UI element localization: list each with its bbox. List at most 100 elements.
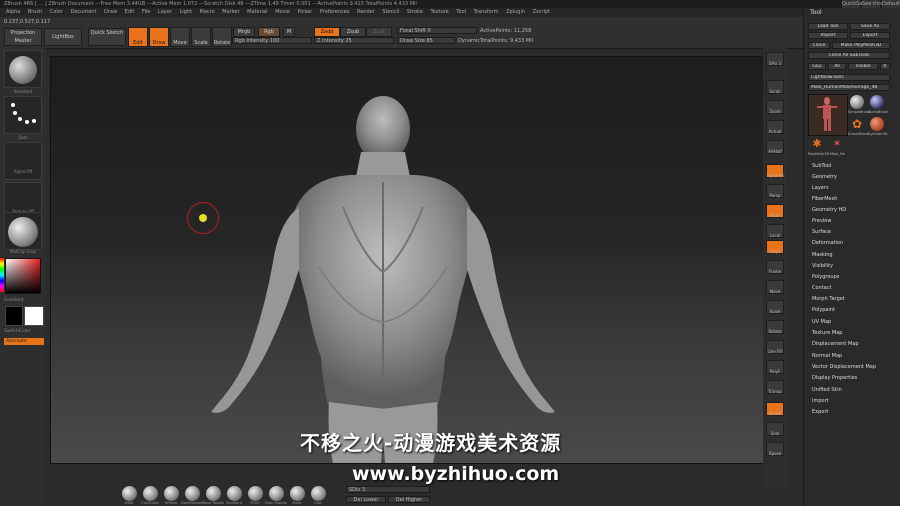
rotate-button[interactable]: Rotate [212, 27, 232, 47]
r-button[interactable]: R [880, 63, 890, 70]
zsub-button[interactable]: Zsub [340, 27, 366, 37]
menu-preferences[interactable]: Preferences [320, 9, 349, 15]
edit-button[interactable]: Edit [128, 27, 148, 47]
clay-brush-icon[interactable] [311, 486, 326, 501]
frame-button[interactable]: Frame [766, 260, 784, 274]
export-button[interactable]: Export [850, 32, 890, 39]
claytubes-brush-icon[interactable] [143, 486, 158, 501]
menu-stencil[interactable]: Stencil [382, 9, 399, 15]
quicksave-button[interactable]: QuickSave [842, 0, 868, 8]
visible-button[interactable]: Visible [848, 63, 878, 70]
move-topological-brush-icon[interactable] [206, 486, 221, 501]
section-visibility[interactable]: Visibility [812, 263, 833, 269]
m-button[interactable]: M [283, 27, 295, 37]
alpha-selector[interactable] [4, 142, 42, 180]
zcut-button[interactable]: Zcut [366, 27, 392, 37]
menu-layer[interactable]: Layer [158, 9, 172, 15]
brush-selector[interactable] [4, 50, 42, 88]
hue-strip[interactable] [0, 258, 4, 292]
stroke-selector[interactable] [4, 96, 42, 134]
menu-alpha[interactable]: Alpha [6, 9, 20, 15]
persp-button[interactable]: Persp [766, 184, 784, 198]
section-geometry[interactable]: Geometry [812, 174, 837, 180]
section-displacement-map[interactable]: Displacement Map [812, 341, 859, 347]
clone-button[interactable]: Clone [808, 42, 830, 49]
scroll-button[interactable]: Scroll [766, 80, 784, 94]
menu-marker[interactable]: Marker [222, 9, 239, 15]
import-button[interactable]: Import [808, 32, 848, 39]
section-normal-map[interactable]: Normal Map [812, 353, 842, 359]
focal-shift-slider[interactable]: Focal Shift 0 [397, 27, 477, 34]
color-picker[interactable] [5, 258, 41, 294]
spix-button[interactable]: SPix 3 [766, 52, 784, 66]
alpha-brush-icon[interactable] [870, 95, 884, 109]
pinch-brush-icon[interactable] [248, 486, 263, 501]
menu-render[interactable]: Render [357, 9, 375, 15]
damstandard-brush-icon[interactable] [185, 486, 200, 501]
material-selector[interactable] [4, 212, 42, 250]
lightbox-tools-button[interactable]: Lightbox▸Tools [808, 74, 890, 81]
switch-color-button[interactable]: SwitchColor [4, 329, 42, 334]
zadd-button[interactable]: Zadd [314, 27, 340, 37]
main-color-swatch[interactable] [5, 306, 23, 326]
eraser-brush-icon[interactable]: ✿ [850, 117, 864, 131]
z-intensity-slider[interactable]: Z Intensity 25 [314, 37, 394, 44]
section-deformation[interactable]: Deformation [812, 240, 843, 246]
quick-sketch-button[interactable]: Quick Sketch [88, 28, 126, 46]
move-view-button[interactable]: Move [766, 280, 784, 294]
cylinder-icon[interactable] [870, 117, 884, 131]
lightbox-button[interactable]: LightBox [44, 28, 82, 46]
save-as-button[interactable]: Save As [850, 23, 890, 30]
section-contact[interactable]: Contact [812, 285, 831, 291]
goz-button[interactable]: GoZ [808, 63, 826, 70]
polyf-button[interactable]: PolyF [766, 360, 784, 374]
menu-edit[interactable]: Edit [125, 9, 135, 15]
simple-brush-icon[interactable] [850, 95, 864, 109]
menu-zplugin[interactable]: Zplugin [506, 9, 525, 15]
sdiv-slider[interactable]: SDiv 3 [346, 486, 430, 493]
make-polymesh-button[interactable]: Make PolyMesh3D [832, 42, 890, 49]
menu-brush[interactable]: Brush [28, 9, 42, 15]
menu-picker[interactable]: Picker [297, 9, 312, 15]
dam-standard-brush-icon[interactable] [269, 486, 284, 501]
section-polypaint[interactable]: Polypaint [812, 307, 835, 313]
polymesh-icon[interactable]: ✱ [810, 137, 824, 151]
ghost-button[interactable]: Ghost [766, 402, 784, 416]
move-brush-icon[interactable] [290, 486, 305, 501]
menu-zscript[interactable]: Zscript [533, 9, 550, 15]
section-subtool[interactable]: SubTool [812, 163, 831, 169]
menu-movie[interactable]: Movie [275, 9, 290, 15]
move-button[interactable]: Move [170, 27, 190, 47]
section-fibermesh[interactable]: FiberMesh [812, 196, 837, 202]
standard-brush-icon-bottom[interactable] [227, 486, 242, 501]
menu-macro[interactable]: Macro [200, 9, 215, 15]
actual-button[interactable]: Actual [766, 120, 784, 134]
section-unified-skin[interactable]: Unified Skin [812, 387, 842, 393]
section-display-properties[interactable]: Display Properties [812, 375, 857, 381]
dynamic-persp-button[interactable]: Dynamic [766, 164, 785, 178]
section-export[interactable]: Export [812, 409, 828, 415]
projection-master-button[interactable]: Projection Master [4, 28, 42, 46]
all-button[interactable]: All [828, 63, 846, 70]
del-higher-button[interactable]: Del Higher [388, 496, 430, 503]
menu-light[interactable]: Light [179, 9, 191, 15]
clone-all-subtools-button[interactable]: Clone All SubTools [808, 52, 890, 59]
menu-color[interactable]: Color [50, 9, 63, 15]
section-uv-map[interactable]: UV Map [812, 319, 831, 325]
scale-view-button[interactable]: Scale [766, 300, 784, 314]
male-head-icon[interactable]: ✶ [830, 137, 844, 151]
aahalf-button[interactable]: AAHalf [766, 140, 784, 154]
secondary-color-swatch[interactable] [24, 306, 44, 326]
line-fill-button[interactable]: Line Fill [766, 340, 784, 354]
menu-file[interactable]: File [142, 9, 150, 15]
inflat-brush-icon[interactable] [122, 486, 137, 501]
menu-draw[interactable]: Draw [104, 9, 117, 15]
local-button[interactable]: Local [766, 224, 784, 238]
see-through-button[interactable]: See-through [862, 0, 893, 8]
section-texture-map[interactable]: Texture Map [812, 330, 842, 336]
transp-button[interactable]: Transp [766, 380, 784, 394]
section-import[interactable]: Import [812, 398, 829, 404]
zoom-button[interactable]: Zoom [766, 100, 784, 114]
section-morph-target[interactable]: Morph Target [812, 296, 845, 302]
menu-document[interactable]: Document [71, 9, 97, 15]
